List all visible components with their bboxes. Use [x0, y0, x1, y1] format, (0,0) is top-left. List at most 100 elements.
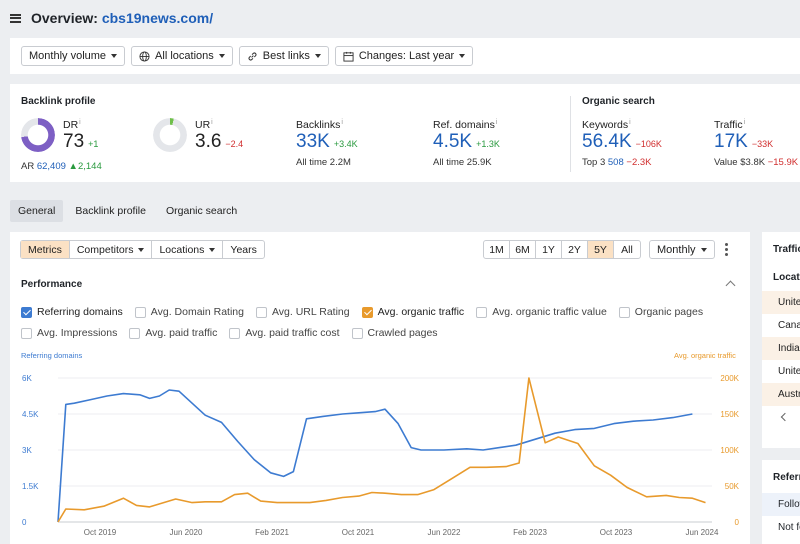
tab-organic-search[interactable]: Organic search — [158, 200, 245, 222]
locations-dropdown[interactable]: All locations — [131, 46, 233, 66]
ur-donut-chart — [153, 118, 187, 152]
range-5y[interactable]: 5Y — [588, 241, 614, 258]
x-tick-label: Feb 2021 — [255, 528, 289, 537]
left-tick-label: 4.5K — [22, 410, 39, 419]
location-row[interactable]: Australia — [762, 383, 800, 406]
right-tick-label: 50K — [725, 482, 740, 491]
ur-metric[interactable]: URi 3.6 −2.4 — [195, 119, 243, 153]
tab-general[interactable]: General — [10, 200, 64, 222]
link-icon — [248, 52, 257, 60]
caret-down-icon — [111, 54, 118, 58]
tab-competitors[interactable]: Competitors — [70, 241, 153, 258]
checkbox-avg-impressions[interactable]: Avg. Impressions — [21, 327, 117, 339]
keywords-value: 56.4K — [582, 131, 632, 152]
range-all[interactable]: All — [614, 241, 640, 258]
keywords-metric[interactable]: Keywordsi 56.4K −106K Top 3 508 −2.3K — [582, 119, 662, 168]
chevron-left-icon[interactable] — [780, 412, 790, 422]
left-tick-label: 3K — [22, 446, 32, 455]
tab-backlink-profile[interactable]: Backlink profile — [67, 200, 154, 222]
location-row[interactable]: United Kingdom — [762, 360, 800, 383]
domain-link[interactable]: cbs19news.com/ — [102, 10, 213, 26]
checkbox-referring-domains[interactable]: Referring domains — [21, 306, 123, 318]
left-tick-label: 6K — [22, 374, 32, 383]
checkbox-organic-pages[interactable]: Organic pages — [618, 306, 703, 318]
tab-metrics[interactable]: Metrics — [21, 241, 70, 258]
x-tick-label: Oct 2019 — [84, 528, 117, 537]
location-row[interactable]: Canada — [762, 314, 800, 337]
range-2y[interactable]: 2Y — [562, 241, 588, 258]
volume-dropdown[interactable]: Monthly volume — [21, 46, 126, 66]
metric-tabs: Metrics Competitors Locations Years — [20, 240, 265, 259]
arrow-up-icon: ▲ — [68, 161, 78, 172]
checkbox-avg-domain-rating[interactable]: Avg. Domain Rating — [134, 306, 244, 318]
referring-heading: Referring — [773, 472, 800, 483]
x-tick-label: Jun 2024 — [686, 528, 719, 537]
info-icon: i — [79, 119, 81, 126]
dr-donut-chart — [21, 118, 55, 152]
location-row[interactable]: India — [762, 337, 800, 360]
caret-down-icon — [700, 247, 707, 252]
performance-chart[interactable]: 0 1.5K 3K 4.5K 6K 0 50K 100K 150K 200K Oct 2019 Jun… — [10, 360, 750, 544]
overview-card: Backlink profile DRi 73 +1 AR 62,409 ▲2,1… — [10, 84, 800, 182]
left-tick-label: 0 — [22, 518, 27, 527]
menu-icon[interactable] — [10, 13, 21, 23]
range-tabs: 1M 6M 1Y 2Y 5Y All — [483, 240, 641, 259]
referring-row[interactable]: Follow — [762, 493, 800, 516]
caret-down-icon — [218, 54, 225, 58]
info-icon: i — [629, 119, 631, 126]
right-tick-label: 200K — [720, 374, 739, 383]
x-tick-label: Jun 2020 — [170, 528, 203, 537]
divider — [570, 96, 571, 172]
caret-down-icon — [209, 247, 216, 252]
left-tick-label: 1.5K — [22, 482, 39, 491]
range-6m[interactable]: 6M — [510, 241, 536, 258]
chevron-up-icon[interactable] — [725, 280, 736, 291]
checkbox-avg-url-rating[interactable]: Avg. URL Rating — [255, 306, 350, 318]
dr-value: 73 — [63, 131, 85, 152]
checkbox-avg-paid-traffic[interactable]: Avg. paid traffic — [129, 327, 217, 339]
performance-panel: Metrics Competitors Locations Years 1M 6… — [10, 232, 750, 544]
calendar-icon — [343, 51, 354, 62]
checkbox-avg-organic-traffic-value[interactable]: Avg. organic traffic value — [476, 306, 607, 318]
backlinks-value: 33K — [296, 131, 330, 152]
backlink-profile-heading: Backlink profile — [21, 96, 96, 107]
checkbox-avg-paid-traffic-cost[interactable]: Avg. paid traffic cost — [229, 327, 340, 339]
granularity-dropdown[interactable]: Monthly — [649, 240, 715, 259]
left-axis-title: Referring domains — [21, 351, 83, 360]
caret-down-icon — [314, 54, 321, 58]
tab-locations[interactable]: Locations — [152, 241, 224, 258]
right-tick-label: 150K — [720, 410, 739, 419]
links-dropdown[interactable]: Best links — [238, 46, 329, 66]
range-1m[interactable]: 1M — [484, 241, 510, 258]
info-icon: i — [341, 119, 343, 126]
checkbox-avg-organic-traffic[interactable]: Avg. organic traffic — [361, 306, 464, 318]
metric-checkboxes-row1: Referring domains Avg. Domain Rating Avg… — [21, 306, 703, 318]
ref-domains-metric[interactable]: Ref. domainsi 4.5K +1.3K All time 25.9K — [433, 119, 500, 168]
traffic-metric[interactable]: Traffici 17K −33K Value $3.8K −15.9K — [714, 119, 798, 168]
info-icon: i — [743, 119, 746, 126]
right-axis-title: Avg. organic traffic — [674, 351, 736, 360]
ref-domains-value: 4.5K — [433, 131, 473, 152]
traffic-heading: Traffic — [773, 244, 800, 255]
referring-panel: Referring Follow Not follow — [762, 460, 800, 544]
location-row[interactable]: United States — [762, 291, 800, 314]
x-tick-label: Jun 2022 — [428, 528, 461, 537]
checkbox-crawled-pages[interactable]: Crawled pages — [351, 327, 438, 339]
top-bar: Overview: cbs19news.com/ — [0, 0, 800, 36]
backlinks-metric[interactable]: Backlinksi 33K +3.4K All time 2.2M — [296, 119, 358, 168]
more-options-icon[interactable] — [725, 243, 728, 256]
tab-years[interactable]: Years — [223, 241, 263, 258]
caret-down-icon — [459, 54, 466, 58]
filter-bar: Monthly volume All locations Best links … — [10, 38, 800, 74]
traffic-by-location-panel: Traffic Locations United States Canada I… — [762, 232, 800, 448]
organic-search-heading: Organic search — [582, 96, 655, 107]
range-1y[interactable]: 1Y — [536, 241, 562, 258]
info-icon: i — [495, 119, 498, 126]
x-tick-label: Feb 2023 — [513, 528, 547, 537]
globe-icon — [139, 50, 150, 62]
locations-heading: Locations — [773, 272, 800, 283]
caret-down-icon — [138, 247, 145, 252]
changes-dropdown[interactable]: Changes: Last year — [334, 46, 474, 66]
referring-row[interactable]: Not follow — [762, 516, 800, 539]
dr-metric[interactable]: DRi 73 +1 — [63, 119, 98, 153]
